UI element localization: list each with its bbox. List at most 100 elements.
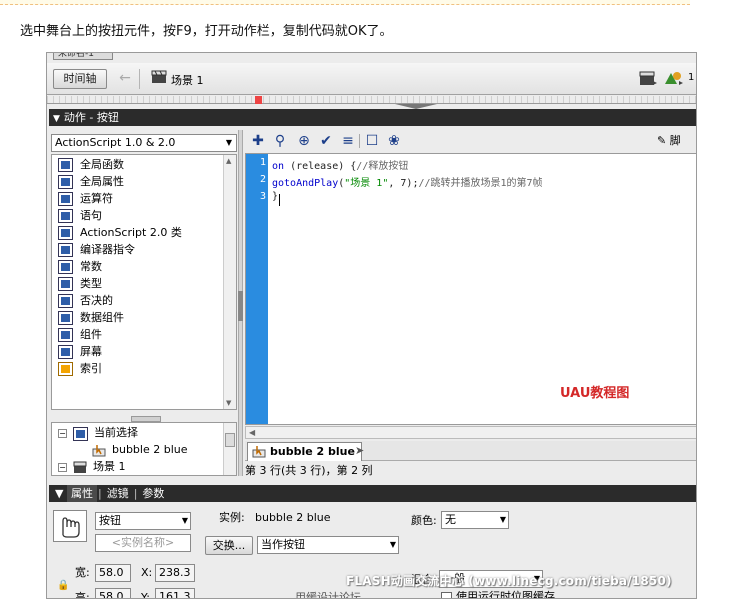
debug-options-icon[interactable]: ❀ [385,133,403,149]
add-item-icon[interactable]: ✚ [249,133,267,149]
collapse-icon[interactable]: − [58,428,67,438]
footer-fragment: 用缓设计论坛 [295,591,361,599]
book-icon [58,192,73,206]
toolbox-scrollbar[interactable]: ▲ ▼ [223,155,236,409]
track-select-value: 当作按钮 [261,538,305,551]
timeline-ruler [47,96,696,104]
code-line: on (release) {//释放按钮 [272,157,408,172]
code-hint-icon[interactable]: ☐ [363,133,381,149]
toolbox-item-as2-classes[interactable]: ActionScript 2.0 类 [58,225,182,241]
scroll-up-icon[interactable]: ▲ [226,157,231,165]
toolbox-item-label: 语句 [80,209,102,222]
nav-scene-label: 场景 1 [93,460,126,473]
editor-horizontal-scrollbar[interactable]: ◀ [245,426,696,439]
toolbox-item-types[interactable]: 类型 [58,276,102,292]
playhead-marker[interactable] [255,96,262,104]
toolbox-item-label: 常数 [80,260,102,273]
collapse-triangle-icon[interactable]: ▼ [53,111,60,128]
x-field[interactable]: 238.3 [155,564,195,582]
insert-target-path-icon[interactable]: ⊕ [295,133,313,149]
toolbox-item-operators[interactable]: 运算符 [58,191,113,207]
toolbox-item-label: ActionScript 2.0 类 [80,226,182,239]
find-icon[interactable]: ⚲ [271,133,289,149]
nav-current-selection-label: 当前选择 [94,426,138,439]
color-effect-value: 无 [445,513,456,526]
divider-grip[interactable] [238,291,243,321]
color-effect-select[interactable]: 无 ▼ [441,511,509,529]
instance-name-input[interactable]: <实例名称> [95,534,191,552]
toolbox-item-global-properties[interactable]: 全局属性 [58,174,124,190]
pin-script-icon[interactable]: ➤ [355,444,364,457]
edit-symbols-icon[interactable] [663,70,683,86]
script-assist-label: 脚 [669,134,681,147]
navigator-scroll-thumb[interactable] [225,433,235,447]
script-tab-bubble[interactable]: bubble 2 blue [247,442,362,461]
width-field[interactable]: 58.0 [95,564,131,582]
y-field[interactable]: 161.3 [155,588,195,598]
tab-filters[interactable]: 滤镜 [103,485,133,502]
chevron-down-icon: ▼ [181,516,188,525]
back-arrow-icon[interactable]: ← [117,70,133,86]
auto-format-icon[interactable]: ≡ [339,133,357,149]
scroll-down-icon[interactable]: ▼ [226,399,231,407]
actionscript-version-value: ActionScript 1.0 & 2.0 [55,136,176,149]
toolbox-item-screens[interactable]: 屏幕 [58,344,102,360]
book-icon [58,226,73,240]
book-icon [58,328,73,342]
collapse-triangle-icon[interactable]: ▼ [55,487,63,500]
toolbox-item-statements[interactable]: 语句 [58,208,102,224]
chevron-down-icon: ▼ [499,515,506,524]
toolbox-item-label: 屏幕 [80,345,102,358]
flash-ide-screenshot: 未命名-1 时间轴 ← 场景 1 1 ▼ 动作 - 按钮 ActionScript… [46,52,697,599]
toolbox-item-constants[interactable]: 常数 [58,259,102,275]
symbol-type-select[interactable]: 按钮 ▼ [95,512,191,530]
toolbox-item-label: 数据组件 [80,311,124,324]
height-field[interactable]: 58.0 [95,588,131,598]
code-text: , 7); [388,178,419,189]
script-tab-bar: bubble 2 blue ➤ [245,441,696,461]
toolbox-item-components[interactable]: 组件 [58,327,102,343]
book-icon [58,175,73,189]
lock-icon[interactable]: 🔒 [57,580,69,591]
tab-properties[interactable]: 属性 [66,485,97,502]
toolbox-item-data-components[interactable]: 数据组件 [58,310,124,326]
scene-label[interactable]: 场景 1 [171,72,204,88]
track-select[interactable]: 当作按钮 ▼ [257,536,399,554]
toolbox-item-deprecated[interactable]: 否决的 [58,293,113,309]
actions-toolbox: ActionScript 1.0 & 2.0 ▼ 全局函数 全局属性 运算符 语… [51,130,237,476]
code-line: } [272,191,278,202]
actions-toolbox-tree: 全局函数 全局属性 运算符 语句 ActionScript 2.0 类 编译器指… [51,154,237,410]
scroll-left-icon[interactable]: ◀ [249,427,255,438]
collapse-icon[interactable]: − [58,462,67,472]
book-icon [73,427,88,441]
script-editor[interactable]: 1 2 3 on (release) {//释放按钮 gotoAndPlay("… [245,153,696,425]
navigator-scrollbar[interactable] [223,423,236,475]
nav-current-selection[interactable]: − 当前选择 [58,424,138,441]
timeline-button[interactable]: 时间轴 [53,69,107,89]
edit-scene-icon[interactable] [639,70,657,86]
document-tab[interactable]: 未命名-1 [53,53,113,60]
tab-parameters[interactable]: 参数 [138,485,168,502]
toolbox-item-index[interactable]: 索引 [58,361,102,377]
bitmap-cache-checkbox[interactable] [441,592,452,598]
toolbox-item-label: 全局属性 [80,175,124,188]
toolbox-item-compiler-directives[interactable]: 编译器指令 [58,242,135,258]
nav-scene-item[interactable]: − 场景 1 [58,458,126,475]
toolbox-item-label: 组件 [80,328,102,341]
actions-panel-title[interactable]: ▼ 动作 - 按钮 [49,109,696,126]
check-syntax-icon[interactable]: ✔ [317,133,335,149]
line-number: 1 [259,157,266,168]
toolbox-item-global-functions[interactable]: 全局函数 [58,157,124,173]
height-label: 高: [75,591,90,599]
swap-button[interactable]: 交换... [205,536,253,555]
article-caption: 选中舞台上的按扭元件，按F9，打开动作栏，复制代码就OK了。 [20,24,393,39]
book-icon [58,260,73,274]
properties-panel-title: ▼ 属性 | 滤镜 | 参数 [49,485,696,502]
zoom-fragment[interactable]: 1 [688,72,694,83]
nav-symbol-label: bubble 2 blue [112,443,188,456]
actionscript-version-select[interactable]: ActionScript 1.0 & 2.0 ▼ [51,134,237,152]
nav-symbol-item[interactable]: bubble 2 blue [92,441,188,458]
button-symbol-icon [252,446,266,458]
button-symbol-icon [92,444,106,456]
script-assist-button[interactable]: ✎ 脚 [657,133,681,149]
